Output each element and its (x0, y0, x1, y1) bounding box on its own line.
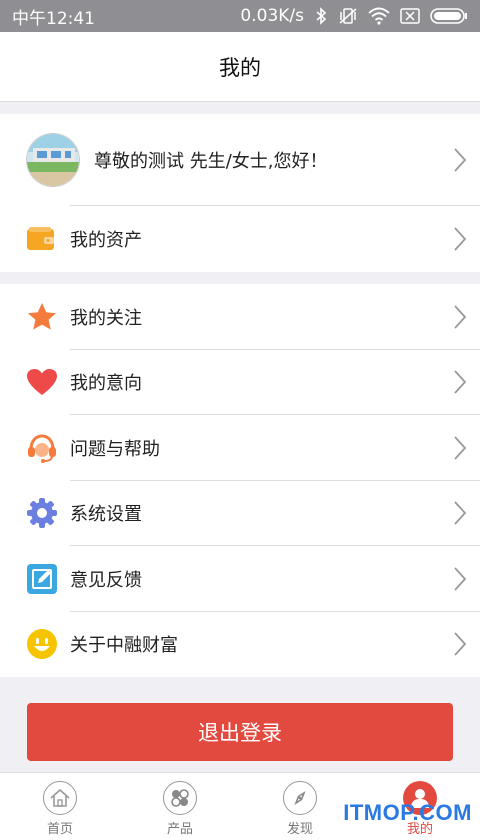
menu-item-label: 问题与帮助 (70, 438, 160, 460)
menu-section: 我的关注 我的意向 问题与帮助 系统设置 意见反馈 关于中融财富 (0, 284, 480, 677)
my-assets-label: 我的资产 (70, 230, 142, 251)
menu-item-about[interactable]: 关于中融财富 (0, 611, 480, 677)
chevron-right-icon (440, 566, 480, 592)
headset-icon (26, 432, 60, 464)
product-icon (163, 781, 197, 815)
menu-item-intention[interactable]: 我的意向 (0, 349, 480, 415)
bottom-tab-bar: 首页 产品 发现 我的 ITMOP.COM (0, 772, 480, 840)
heart-icon (26, 368, 60, 396)
menu-item-settings[interactable]: 系统设置 (0, 480, 480, 546)
watermark: ITMOP.COM (343, 800, 472, 825)
star-icon (26, 301, 60, 333)
chevron-right-icon (440, 147, 480, 173)
page-header: 我的 (0, 32, 480, 102)
profile-row[interactable]: 尊敬的测试 先生/女士,您好！ (0, 114, 480, 206)
smiley-icon (26, 628, 60, 660)
gear-icon (26, 497, 60, 529)
logout-area: 退出登录 (0, 677, 480, 775)
tab-label: 首页 (46, 822, 73, 837)
edit-icon (26, 563, 60, 595)
tab-product[interactable]: 产品 (120, 773, 240, 840)
tab-label: 产品 (166, 822, 193, 837)
status-icons: 0.03K/s (240, 6, 468, 26)
wallet-icon (26, 226, 60, 252)
menu-item-label: 关于中融财富 (70, 635, 178, 657)
section-gap (0, 102, 480, 114)
menu-item-label: 我的意向 (70, 373, 142, 395)
greeting-text: 尊敬的测试 先生/女士,您好！ (94, 151, 328, 172)
section-gap (0, 272, 480, 284)
menu-item-follow[interactable]: 我的关注 (0, 284, 480, 350)
wifi-icon (368, 7, 390, 25)
network-speed: 0.03K/s (240, 6, 304, 26)
tab-label: 发现 (286, 822, 313, 837)
vibrate-icon (338, 7, 358, 25)
chevron-right-icon (440, 226, 480, 252)
bluetooth-icon (314, 7, 328, 25)
chevron-right-icon (440, 631, 480, 657)
no-sim-icon (400, 8, 420, 24)
menu-item-feedback[interactable]: 意见反馈 (0, 546, 480, 612)
logout-button[interactable]: 退出登录 (27, 703, 453, 761)
menu-item-label: 系统设置 (70, 504, 142, 526)
chevron-right-icon (440, 500, 480, 526)
menu-item-label: 我的关注 (70, 307, 142, 329)
menu-item-help[interactable]: 问题与帮助 (0, 415, 480, 481)
tab-discover[interactable]: 发现 (240, 773, 360, 840)
status-time: 中午12:41 (12, 8, 95, 29)
avatar (26, 133, 80, 187)
home-icon (43, 781, 77, 815)
page-title: 我的 (219, 55, 261, 80)
tab-home[interactable]: 首页 (0, 773, 120, 840)
status-bar: 中午12:41 0.03K/s (0, 0, 480, 32)
battery-icon (430, 8, 468, 24)
chevron-right-icon (440, 304, 480, 330)
menu-item-label: 意见反馈 (70, 569, 142, 591)
profile-section: 尊敬的测试 先生/女士,您好！ 我的资产 (0, 114, 480, 272)
chevron-right-icon (440, 369, 480, 395)
chevron-right-icon (440, 435, 480, 461)
my-assets-row[interactable]: 我的资产 (0, 206, 480, 272)
compass-icon (283, 781, 317, 815)
